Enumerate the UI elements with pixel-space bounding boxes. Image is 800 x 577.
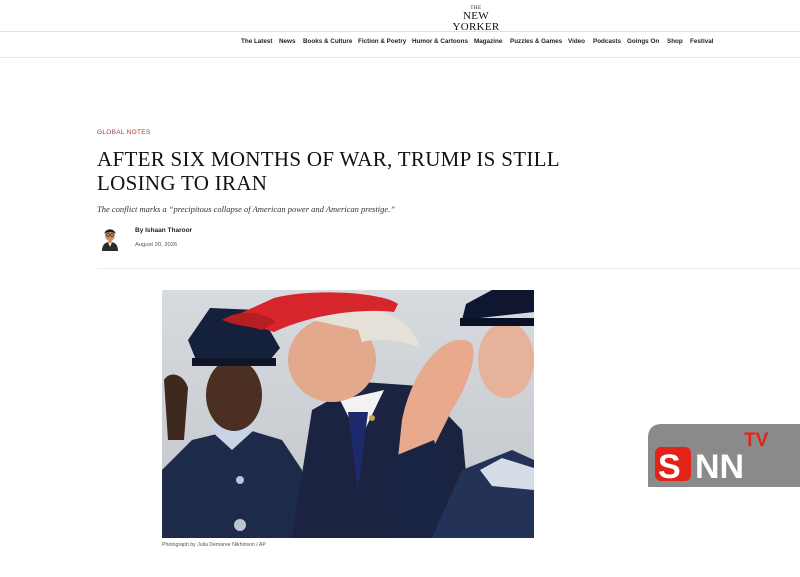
nav-the-latest[interactable]: The Latest [241, 38, 273, 45]
nav-magazine[interactable]: Magazine [474, 38, 502, 45]
nav-festival[interactable]: Festival [690, 38, 713, 45]
watermark-tv: TV [744, 430, 769, 451]
nav-puzzles-games[interactable]: Puzzles & Games [510, 38, 562, 45]
masthead: THE NEW YORKER [0, 0, 800, 33]
photo-caption: Photograph by Julia Demaree Nikhinson / … [162, 542, 266, 548]
logo-name: NEW YORKER [452, 10, 500, 33]
author-avatar[interactable] [99, 225, 121, 251]
nav-video[interactable]: Video [568, 38, 585, 45]
article-dek: The conflict marks a “precipitous collap… [97, 204, 395, 214]
nav-news[interactable]: News [279, 38, 295, 45]
snn-tv-watermark: TV S NN [648, 424, 800, 487]
nav-humor-cartoons[interactable]: Humor & Cartoons [412, 38, 468, 45]
article-headline: AFTER SIX MONTHS OF WAR, TRUMP IS STILL … [97, 147, 617, 195]
byline-divider [97, 268, 800, 269]
main-nav: The Latest News Books & Culture Fiction … [0, 38, 800, 50]
headline-line-1: AFTER SIX MONTHS OF WAR, TRUMP IS STILL [97, 147, 560, 171]
header-divider [0, 31, 800, 32]
publish-date: August 20, 2026 [135, 242, 178, 248]
nav-books-culture[interactable]: Books & Culture [303, 38, 352, 45]
nav-podcasts[interactable]: Podcasts [593, 38, 621, 45]
byline-prefix: By [135, 227, 144, 234]
byline: By Ishaan Tharoor [135, 227, 192, 234]
nav-goings-on[interactable]: Goings On [627, 38, 659, 45]
nav-shop[interactable]: Shop [667, 38, 683, 45]
watermark-nn: NN [695, 448, 744, 486]
headline-line-2: LOSING TO IRAN [97, 171, 268, 195]
rubric-label[interactable]: GLOBAL NOTES [97, 129, 151, 136]
nav-divider [0, 57, 800, 58]
author-name[interactable]: Ishaan Tharoor [145, 227, 192, 234]
article-photo [162, 290, 534, 538]
new-yorker-logo[interactable]: THE NEW YORKER [441, 6, 511, 33]
watermark-s: S [658, 448, 681, 486]
lead-image [162, 290, 534, 538]
nav-fiction-poetry[interactable]: Fiction & Poetry [358, 38, 406, 45]
